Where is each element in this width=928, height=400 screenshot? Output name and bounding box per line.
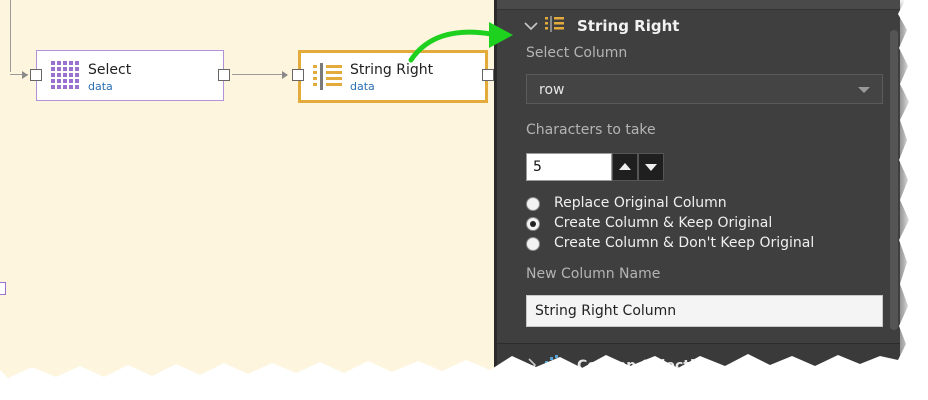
dropdown-caret-icon — [858, 87, 870, 93]
section-title: Column Selection — [577, 358, 715, 374]
connector-arrowhead — [282, 71, 288, 79]
input-port[interactable] — [30, 69, 42, 81]
radio-button[interactable] — [526, 217, 540, 231]
column-grid-icon — [545, 355, 558, 369]
radio-button[interactable] — [526, 237, 540, 251]
output-port[interactable] — [218, 69, 230, 81]
grid-icon — [51, 61, 79, 89]
screenshot-frame: Select data String Right data String Rig… — [0, 0, 900, 378]
string-list-icon — [313, 63, 342, 90]
green-arrow-annotation — [408, 22, 513, 63]
panel-scrollbar[interactable] — [890, 30, 898, 330]
select-column-dropdown[interactable]: row — [526, 74, 883, 104]
panel-title: String Right — [577, 17, 680, 35]
decrement-button[interactable] — [638, 153, 664, 181]
connector-line — [232, 74, 286, 75]
select-column-label: Select Column — [526, 45, 628, 61]
node-title: Select — [88, 62, 132, 78]
connector-line — [10, 0, 11, 72]
characters-label: Characters to take — [526, 122, 656, 138]
radio-label: Create Column & Keep Original — [554, 215, 773, 231]
radio-label: Create Column & Don't Keep Original — [554, 235, 815, 251]
increment-button[interactable] — [612, 153, 638, 181]
node-subtitle: data — [350, 80, 375, 93]
new-column-label: New Column Name — [526, 266, 661, 282]
select-column-value: row — [539, 82, 565, 98]
chevron-right-icon[interactable] — [527, 358, 537, 372]
new-column-name-input[interactable]: String Right Column — [526, 295, 883, 327]
input-port[interactable] — [292, 69, 304, 81]
triangle-up-icon — [619, 163, 631, 170]
radio-label: Replace Original Column — [554, 195, 727, 211]
properties-panel: String Right Select Column row Character… — [497, 0, 900, 378]
triangle-down-icon — [645, 164, 657, 171]
connector-arrowhead — [22, 71, 28, 79]
radio-button[interactable] — [526, 197, 540, 211]
offscreen-node-port[interactable] — [0, 282, 6, 295]
select-node[interactable]: Select data — [36, 50, 224, 101]
chevron-down-icon[interactable] — [524, 21, 538, 31]
column-selection-section[interactable]: Column Selection — [497, 343, 900, 378]
characters-input[interactable]: 5 — [526, 153, 612, 181]
panel-top-band — [497, 0, 900, 10]
node-subtitle: data — [88, 80, 113, 93]
string-list-icon — [545, 16, 564, 32]
